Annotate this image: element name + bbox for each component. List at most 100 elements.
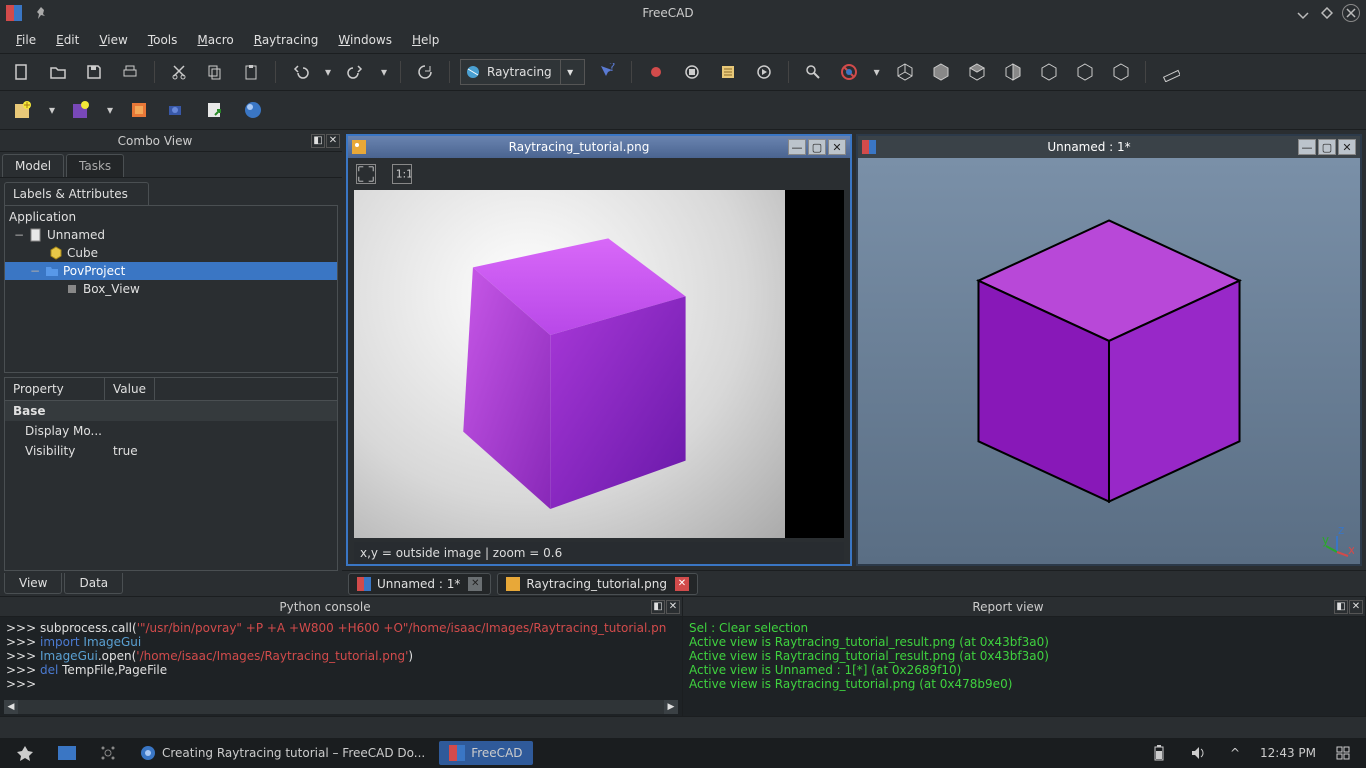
dock-float-button[interactable]: ◧ xyxy=(651,600,665,614)
view-axo-button[interactable] xyxy=(835,58,863,86)
fit-image-button[interactable] xyxy=(356,164,376,184)
measure-button[interactable] xyxy=(1156,58,1184,86)
menu-edit[interactable]: Edit xyxy=(46,29,89,51)
doc-tab[interactable]: Unnamed : 1* ✕ xyxy=(348,573,491,595)
prop-row[interactable]: Visibilitytrue xyxy=(5,441,337,461)
cut-button[interactable] xyxy=(165,58,193,86)
taskbar-item[interactable]: FreeCAD xyxy=(439,741,532,765)
copy-button[interactable] xyxy=(201,58,229,86)
view-bottom-button[interactable] xyxy=(1071,58,1099,86)
view-iso-button[interactable] xyxy=(891,58,919,86)
reset-camera-button[interactable] xyxy=(162,95,192,125)
menu-raytracing[interactable]: Raytracing xyxy=(244,29,329,51)
undo-button[interactable] xyxy=(286,58,314,86)
macro-record-button[interactable] xyxy=(642,58,670,86)
menu-windows[interactable]: Windows xyxy=(328,29,402,51)
save-button[interactable] xyxy=(80,58,108,86)
menu-macro[interactable]: Macro xyxy=(187,29,243,51)
mdi-minimize-button[interactable]: — xyxy=(788,139,806,155)
menu-tools[interactable]: Tools xyxy=(138,29,188,51)
mdi-close-button[interactable]: ✕ xyxy=(1338,139,1356,155)
dock-close-button[interactable]: ✕ xyxy=(326,134,340,148)
redo-dropdown[interactable]: ▾ xyxy=(378,58,390,86)
view-front-button[interactable] xyxy=(927,58,955,86)
view-right-button[interactable] xyxy=(999,58,1027,86)
close-icon[interactable]: ✕ xyxy=(675,577,689,591)
whatsthis-button[interactable]: ? xyxy=(593,58,621,86)
taskbar-item[interactable]: Creating Raytracing tutorial – FreeCAD D… xyxy=(130,741,435,765)
mdi-close-button[interactable]: ✕ xyxy=(828,139,846,155)
mdi-minimize-button[interactable]: — xyxy=(1298,139,1316,155)
menu-help[interactable]: Help xyxy=(402,29,449,51)
mdi-maximize-button[interactable]: ▢ xyxy=(808,139,826,155)
prop-row[interactable]: Display Mo... xyxy=(5,421,337,441)
print-button[interactable] xyxy=(116,58,144,86)
image-canvas[interactable] xyxy=(354,190,844,538)
dock-close-button[interactable]: ✕ xyxy=(1349,600,1363,614)
tray-expand-icon[interactable]: ^ xyxy=(1220,742,1250,764)
tree-item-cube[interactable]: Cube xyxy=(5,244,337,262)
macro-execute-button[interactable] xyxy=(750,58,778,86)
new-button[interactable] xyxy=(8,58,36,86)
dock-close-button[interactable]: ✕ xyxy=(666,600,680,614)
clock[interactable]: 12:43 PM xyxy=(1252,746,1324,760)
render-button[interactable] xyxy=(238,95,268,125)
new-povray-button[interactable] xyxy=(8,95,38,125)
view-fit-button[interactable] xyxy=(799,58,827,86)
macro-list-button[interactable] xyxy=(714,58,742,86)
close-icon[interactable]: ✕ xyxy=(468,577,482,591)
mdi-maximize-button[interactable]: ▢ xyxy=(1318,139,1336,155)
collapse-icon[interactable]: − xyxy=(13,228,25,242)
kde-menu-button[interactable] xyxy=(6,740,44,766)
new-povray-dropdown[interactable]: ▾ xyxy=(46,95,58,125)
tab-view[interactable]: View xyxy=(4,573,62,594)
close-button[interactable] xyxy=(1342,4,1360,22)
tab-tasks[interactable]: Tasks xyxy=(66,154,124,177)
view-axo-dropdown[interactable]: ▾ xyxy=(871,58,883,86)
refresh-button[interactable] xyxy=(411,58,439,86)
tab-data[interactable]: Data xyxy=(64,573,123,594)
open-button[interactable] xyxy=(44,58,72,86)
redo-button[interactable] xyxy=(342,58,370,86)
battery-icon[interactable] xyxy=(1142,740,1176,766)
property-panel[interactable]: Base Display Mo... Visibilitytrue xyxy=(4,401,338,571)
workbench-selector[interactable]: Raytracing ▾ xyxy=(460,59,585,85)
menu-file[interactable]: File xyxy=(6,29,46,51)
export-project-button[interactable] xyxy=(200,95,230,125)
view-top-button[interactable] xyxy=(963,58,991,86)
undo-dropdown[interactable]: ▾ xyxy=(322,58,334,86)
scale-1-1-button[interactable]: 1:1 xyxy=(392,164,412,184)
chevron-down-icon[interactable]: ▾ xyxy=(560,60,580,84)
view-rear-button[interactable] xyxy=(1035,58,1063,86)
mdi-titlebar[interactable]: Unnamed : 1* — ▢ ✕ xyxy=(858,136,1360,158)
tree-application[interactable]: Application xyxy=(5,208,337,226)
python-console[interactable]: >>> subprocess.call('"/usr/bin/povray" +… xyxy=(0,617,682,716)
paste-button[interactable] xyxy=(237,58,265,86)
new-luxrender-button[interactable] xyxy=(66,95,96,125)
dock-float-button[interactable]: ◧ xyxy=(311,134,325,148)
notifications-button[interactable] xyxy=(1326,742,1360,764)
prop-row[interactable]: Base xyxy=(5,401,337,421)
insert-part-button[interactable] xyxy=(124,95,154,125)
scrollbar-horizontal[interactable]: ◀▶ xyxy=(4,700,678,714)
minimize-button[interactable] xyxy=(1294,4,1312,22)
collapse-icon[interactable]: − xyxy=(29,264,41,278)
menu-view[interactable]: View xyxy=(89,29,137,51)
pin-icon[interactable] xyxy=(34,6,48,20)
show-desktop-button[interactable] xyxy=(48,742,86,764)
volume-icon[interactable] xyxy=(1180,741,1216,765)
view-left-button[interactable] xyxy=(1107,58,1135,86)
tab-model[interactable]: Model xyxy=(2,154,64,177)
new-luxrender-dropdown[interactable]: ▾ xyxy=(104,95,116,125)
tree-item-povproject[interactable]: − PovProject xyxy=(5,262,337,280)
macro-stop-button[interactable] xyxy=(678,58,706,86)
report-view[interactable]: Sel : Clear selectionActive view is Rayt… xyxy=(683,617,1365,716)
doc-tab[interactable]: Raytracing_tutorial.png ✕ xyxy=(497,573,698,595)
mdi-titlebar[interactable]: Raytracing_tutorial.png — ▢ ✕ xyxy=(348,136,850,158)
activities-button[interactable] xyxy=(90,741,126,765)
tree-document[interactable]: − Unnamed xyxy=(5,226,337,244)
model-tree[interactable]: Application − Unnamed Cube − PovProject … xyxy=(4,205,338,373)
dock-float-button[interactable]: ◧ xyxy=(1334,600,1348,614)
tree-item-boxview[interactable]: Box_View xyxy=(5,280,337,298)
3d-viewport[interactable]: zyx xyxy=(858,158,1360,564)
